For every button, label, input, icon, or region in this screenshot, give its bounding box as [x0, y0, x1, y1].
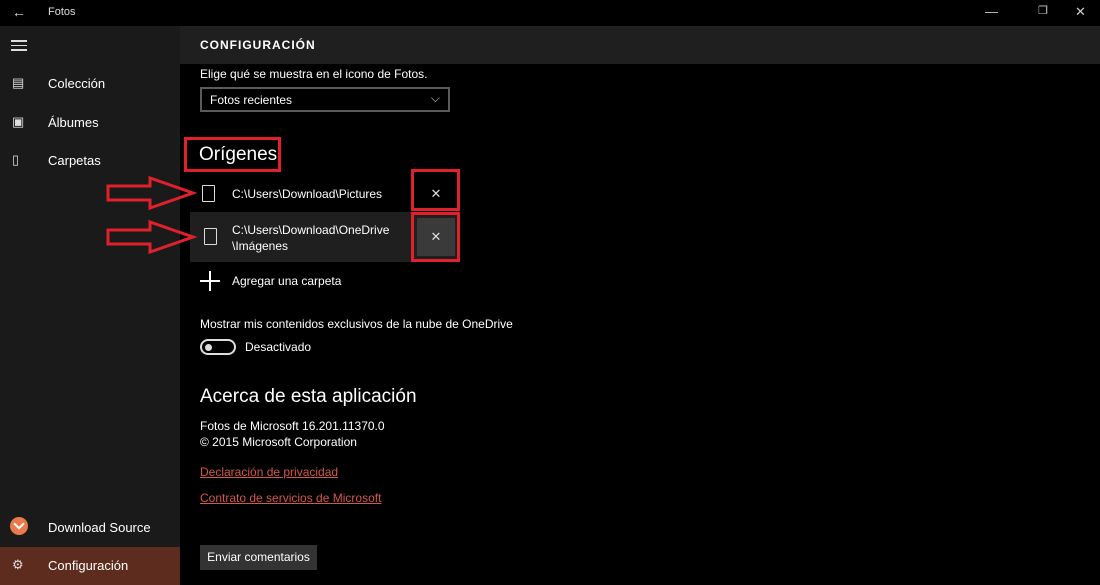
sources-heading: Orígenes [199, 144, 278, 165]
source-path-line2: \Imágenes [232, 239, 289, 253]
folder-icon [202, 185, 215, 202]
collection-icon: ▤ [12, 75, 25, 90]
folder-icon [204, 228, 217, 245]
annotation-arrow [106, 175, 198, 211]
sidebar-item-download-source[interactable]: Download Source [0, 509, 180, 547]
toggle-state: Desactivado [245, 340, 312, 354]
source-path: C:\Users\Download\OneDrive [232, 223, 390, 237]
toggle-knob [205, 344, 212, 351]
sidebar-item-albumes[interactable]: ▣ Álbumes [0, 104, 180, 142]
onedrive-toggle[interactable] [200, 339, 236, 355]
folder-icon: ▯ [12, 152, 20, 167]
sidebar-item-label: Download Source [48, 520, 151, 535]
download-source-logo-icon [10, 517, 28, 535]
back-arrow-icon[interactable]: ← [12, 4, 26, 20]
version-text: Fotos de Microsoft 16.201.11370.0 [200, 419, 385, 433]
privacy-link[interactable]: Declaración de privacidad [200, 465, 338, 479]
page-header: CONFIGURACIÓN [180, 26, 1100, 64]
sidebar-item-configuracion[interactable]: ⚙ Configuración [0, 547, 180, 585]
page-title: CONFIGURACIÓN [200, 38, 316, 52]
sidebar-item-coleccion[interactable]: ▤ Colección [0, 65, 180, 103]
hamburger-menu-icon[interactable] [11, 40, 27, 52]
restore-button[interactable]: ❐ [1038, 4, 1048, 17]
copyright-text: © 2015 Microsoft Corporation [200, 435, 357, 449]
minimize-button[interactable]: — [985, 4, 998, 19]
about-heading: Acerca de esta aplicación [200, 386, 417, 407]
sidebar-item-label: Configuración [48, 558, 129, 573]
sidebar-item-label: Álbumes [48, 115, 99, 130]
tile-select[interactable]: Fotos recientes ⌵ [200, 87, 450, 112]
send-feedback-button[interactable]: Enviar comentarios [200, 545, 317, 570]
sidebar: ▤ Colección ▣ Álbumes ▯ Carpetas Downloa… [0, 26, 180, 585]
title-bar: ← Fotos — ❐ ✕ [0, 0, 1100, 26]
annotation-box [411, 169, 460, 211]
sidebar-item-label: Colección [48, 76, 106, 91]
source-path: C:\Users\Download\Pictures [232, 187, 383, 201]
chevron-down-icon: ⌵ [430, 91, 440, 105]
app-title: Fotos [48, 6, 76, 18]
album-icon: ▣ [12, 114, 25, 129]
onedrive-label: Mostrar mis contenidos exclusivos de la … [200, 317, 513, 331]
tile-label: Elige qué se muestra en el icono de Foto… [200, 67, 428, 81]
gear-icon: ⚙ [12, 557, 24, 572]
settings-panel[interactable]: Elige qué se muestra en el icono de Foto… [180, 64, 1100, 585]
annotation-arrow [106, 219, 198, 255]
services-link[interactable]: Contrato de servicios de Microsoft [200, 491, 381, 505]
annotation-box [411, 212, 460, 262]
tile-select-value: Fotos recientes [210, 93, 293, 107]
plus-icon[interactable] [200, 271, 220, 291]
add-folder-link[interactable]: Agregar una carpeta [232, 274, 341, 288]
close-button[interactable]: ✕ [1075, 4, 1086, 20]
sidebar-item-label: Carpetas [48, 153, 101, 168]
